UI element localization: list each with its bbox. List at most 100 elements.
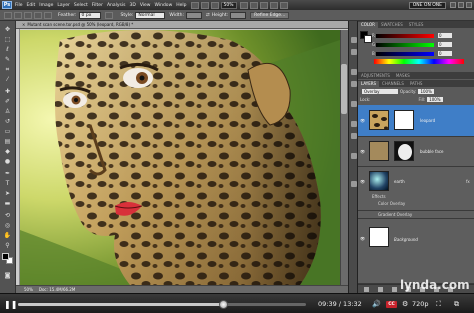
scrollbar-thumb[interactable] [341, 64, 347, 114]
layer-row-earth[interactable]: 👁 earth fx Effects Color Overlay [358, 167, 474, 211]
paragraph-panel-icon[interactable] [351, 133, 357, 139]
history-panel-icon[interactable] [351, 37, 357, 43]
blue-value[interactable]: 0 [438, 51, 452, 56]
height-input[interactable] [230, 11, 247, 19]
menu-window[interactable]: Window [155, 3, 173, 8]
marquee-preset-icon[interactable] [4, 11, 12, 19]
dodge-tool-icon[interactable]: ● [2, 157, 13, 166]
shape-tool-icon[interactable]: ▬ [2, 199, 13, 208]
refine-edge-button[interactable]: Refine Edge... [250, 11, 290, 19]
color-background-swatch[interactable] [364, 35, 372, 43]
layer-mask-bubble-face[interactable] [394, 141, 414, 161]
tab-color[interactable]: COLOR [358, 22, 378, 28]
effect-gradient-overlay[interactable]: Gradient Overlay [378, 212, 412, 217]
screen-mode-icon[interactable] [279, 1, 288, 9]
settings-gear-icon[interactable]: ⚙ [402, 300, 410, 309]
width-input[interactable] [185, 11, 202, 19]
antialias-checkbox[interactable] [104, 11, 113, 19]
swap-icon[interactable]: ⇄ [206, 13, 210, 18]
fill-input[interactable]: 100% [427, 97, 443, 102]
hand-tool-icon[interactable]: ✋ [2, 231, 13, 240]
document-tab[interactable]: × Mutant scan scene.tor.psd @ 50% (leopa… [16, 21, 348, 29]
tab-styles[interactable]: STYLES [406, 22, 427, 28]
layer-mask-leopard[interactable] [394, 110, 414, 130]
effect-row-gradient-overlay[interactable]: Gradient Overlay [358, 211, 474, 219]
hand-tool-icon[interactable] [239, 1, 248, 9]
menu-image[interactable]: Image [39, 3, 53, 8]
menu-filter[interactable]: Filter [92, 3, 103, 8]
tab-close-icon[interactable]: × [22, 22, 25, 27]
green-slider[interactable] [376, 43, 434, 47]
tab-masks[interactable]: MASKS [393, 73, 413, 79]
red-slider[interactable] [376, 34, 434, 38]
add-mask-icon[interactable] [392, 287, 397, 292]
tab-paths[interactable]: PATHS [407, 81, 426, 87]
menu-select[interactable]: Select [74, 3, 88, 8]
menu-file[interactable]: File [15, 3, 23, 8]
menu-view[interactable]: View [140, 3, 151, 8]
clone-source-panel-icon[interactable] [351, 101, 357, 107]
crop-tool-icon[interactable]: ⌗ [2, 65, 13, 74]
visibility-eye-icon[interactable]: 👁 [360, 180, 365, 184]
arrange-documents-icon[interactable] [269, 1, 278, 9]
add-style-icon[interactable] [378, 287, 383, 292]
eyedropper-tool-icon[interactable]: ⁄ [2, 75, 13, 84]
style-select[interactable]: Normal [135, 11, 166, 19]
zoom-level[interactable]: 50% [220, 1, 237, 9]
add-selection-icon[interactable] [24, 11, 32, 19]
brush-panel-icon[interactable] [351, 81, 357, 87]
healing-brush-tool-icon[interactable]: ✚ [2, 87, 13, 96]
bridge-icon[interactable] [190, 1, 199, 9]
foreground-color-swatch[interactable] [2, 253, 9, 260]
eraser-tool-icon[interactable]: ▭ [2, 127, 13, 136]
maximize-icon[interactable] [458, 2, 464, 8]
popout-icon[interactable]: ⧉ [454, 300, 463, 309]
info-panel-icon[interactable] [351, 69, 357, 75]
color-spectrum-bar[interactable] [374, 59, 464, 64]
extras-icon[interactable] [210, 1, 219, 9]
pen-tool-icon[interactable]: ✒ [2, 169, 13, 178]
visibility-eye-icon[interactable]: 👁 [360, 119, 365, 123]
move-tool-icon[interactable]: ✥ [2, 25, 13, 34]
blend-mode-select[interactable]: Overlay [362, 89, 398, 94]
blue-slider[interactable] [376, 52, 434, 56]
close-icon[interactable] [466, 2, 472, 8]
clone-stamp-tool-icon[interactable]: ♙ [2, 107, 13, 116]
quality-selector[interactable]: 720p [412, 300, 429, 308]
menu-edit[interactable]: Edit [27, 3, 36, 8]
volume-icon[interactable]: 🔊 [372, 300, 382, 309]
status-zoom[interactable]: 50% [24, 287, 33, 292]
layer-row-leopard[interactable]: 👁 leopard [358, 105, 474, 137]
rotate-view-icon[interactable] [259, 1, 268, 9]
tab-layers[interactable]: LAYERS [358, 81, 380, 87]
character-panel-icon[interactable] [351, 121, 357, 127]
3d-orbit-tool-icon[interactable]: ◎ [2, 221, 13, 230]
zoom-tool-icon[interactable] [249, 1, 258, 9]
menu-3d[interactable]: 3D [129, 3, 135, 8]
fx-icon[interactable]: fx [466, 179, 470, 184]
pause-icon[interactable]: ❚❚ [4, 300, 17, 309]
type-tool-icon[interactable]: T [2, 179, 13, 188]
layer-row-background[interactable]: 👁 Background [358, 219, 474, 284]
menu-analysis[interactable]: Analysis [107, 3, 126, 8]
menu-help[interactable]: Help [176, 3, 186, 8]
effect-color-overlay[interactable]: Color Overlay [378, 201, 405, 206]
actions-panel-icon[interactable] [351, 181, 357, 187]
quick-mask-icon[interactable]: ◙ [2, 271, 13, 280]
red-value[interactable]: 0 [438, 33, 452, 38]
3d-panel-icon[interactable] [351, 153, 357, 159]
layer-row-bubble-face[interactable]: 👁 bubble face [358, 137, 474, 167]
opacity-input[interactable]: 100% [418, 89, 434, 94]
subtract-selection-icon[interactable] [34, 11, 42, 19]
path-selection-tool-icon[interactable]: ➤ [2, 189, 13, 198]
scrub-handle[interactable] [219, 300, 229, 309]
tab-adjustments[interactable]: ADJUSTMENTS [358, 73, 393, 79]
quick-select-tool-icon[interactable]: ✎ [2, 55, 13, 64]
feather-input[interactable]: 0 px [78, 11, 101, 19]
3d-rotate-tool-icon[interactable]: ⟲ [2, 211, 13, 220]
intersect-selection-icon[interactable] [44, 11, 52, 19]
tab-swatches[interactable]: SWATCHES [378, 22, 406, 28]
brush-tool-icon[interactable]: ✐ [2, 97, 13, 106]
menu-layer[interactable]: Layer [57, 3, 70, 8]
new-selection-icon[interactable] [14, 11, 22, 19]
